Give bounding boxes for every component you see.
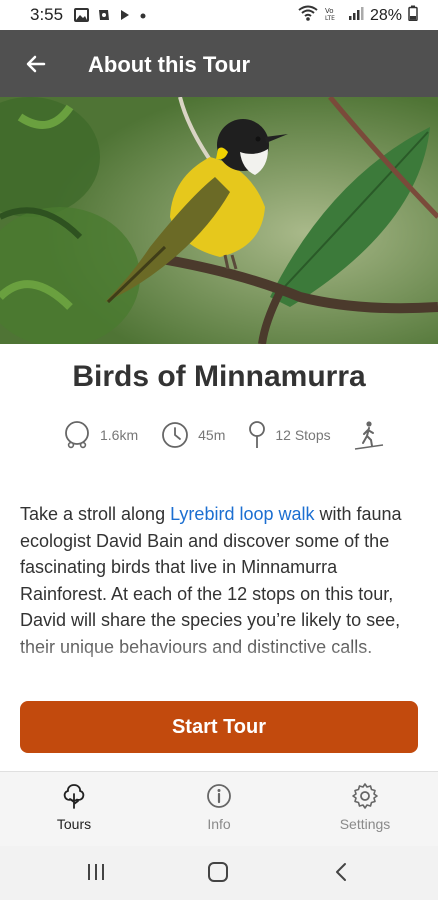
system-back-button[interactable] xyxy=(330,860,354,889)
wifi-icon xyxy=(298,5,318,26)
distance-value: 1.6km xyxy=(100,427,139,443)
activity-stat xyxy=(353,419,393,451)
status-right: Vo LTE 28% xyxy=(298,5,418,26)
home-icon xyxy=(208,862,228,882)
stops-value: 12 Stops xyxy=(275,427,331,443)
dot-icon xyxy=(139,7,147,27)
recents-button[interactable] xyxy=(84,860,108,889)
tour-stats: 1.6km 45m 12 Stops xyxy=(62,418,415,452)
tree-icon xyxy=(63,784,85,809)
system-nav-bar xyxy=(0,846,438,900)
sim-icon xyxy=(97,7,111,27)
start-tour-button[interactable]: Start Tour xyxy=(20,701,418,753)
distance-stat: 1.6km xyxy=(62,420,138,450)
volte-icon: Vo LTE xyxy=(324,5,342,26)
nav-tours[interactable]: Tours xyxy=(24,782,124,832)
nav-settings[interactable]: Settings xyxy=(315,782,415,832)
svg-text:LTE: LTE xyxy=(325,15,335,21)
nav-info-label: Info xyxy=(207,816,231,832)
home-button[interactable] xyxy=(206,860,230,889)
gear-icon xyxy=(352,783,378,809)
description-fade xyxy=(0,632,438,692)
back-button[interactable] xyxy=(18,46,54,82)
app-bar: About this Tour xyxy=(0,30,438,97)
tour-hero-image xyxy=(0,97,438,344)
back-icon xyxy=(336,863,346,881)
description-text-start: Take a stroll along xyxy=(20,504,171,524)
hiker-icon xyxy=(354,421,383,450)
image-icon xyxy=(74,7,89,27)
recents-icon xyxy=(88,864,104,880)
info-icon xyxy=(207,784,231,808)
arrow-left-icon xyxy=(26,55,46,73)
svg-text:Vo: Vo xyxy=(325,7,334,15)
battery-percent: 28% xyxy=(369,6,402,24)
status-left-icons xyxy=(74,7,147,27)
nav-info[interactable]: Info xyxy=(169,782,269,832)
page-title: About this Tour xyxy=(88,52,251,77)
status-time: 3:55 xyxy=(30,5,64,24)
stops-stat: 12 Stops xyxy=(247,420,331,450)
status-bar: 3:55 Vo LTE 28% xyxy=(0,0,438,30)
signal-icon xyxy=(348,5,364,26)
tour-title: Birds of Minnamurra xyxy=(72,360,366,393)
duration-value: 45m xyxy=(198,427,226,443)
battery-icon xyxy=(408,5,418,26)
duration-stat: 45m xyxy=(160,420,225,450)
clock-icon xyxy=(162,422,189,448)
trail-link[interactable]: Lyrebird loop walk xyxy=(170,504,314,524)
bottom-nav: Tours Info Settings xyxy=(0,771,438,847)
nav-settings-label: Settings xyxy=(339,816,391,832)
nav-tours-label: Tours xyxy=(56,816,92,832)
play-icon xyxy=(119,7,131,27)
loop-route-icon xyxy=(65,421,89,449)
map-pin-icon xyxy=(249,421,266,448)
